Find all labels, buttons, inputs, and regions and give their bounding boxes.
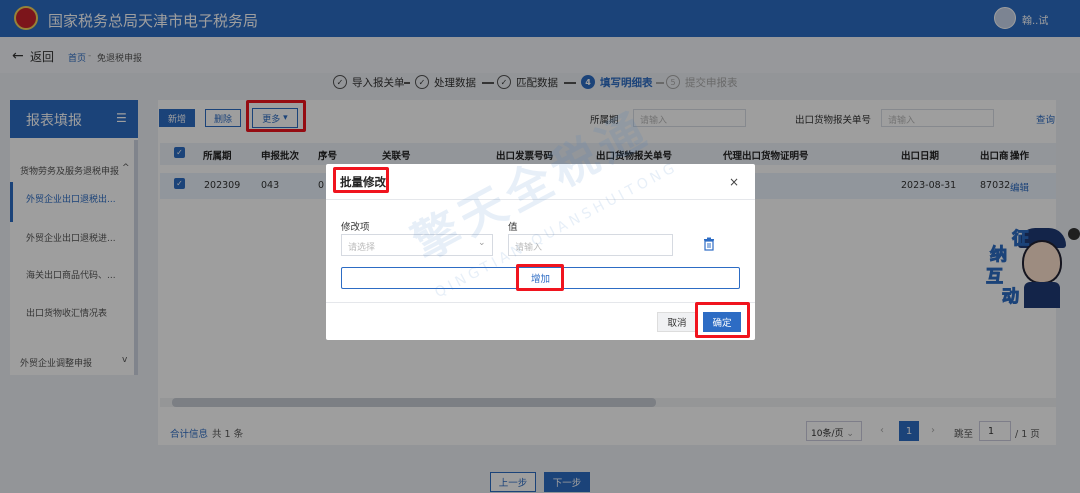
modal-divider	[326, 199, 755, 200]
trash-icon[interactable]	[703, 237, 715, 251]
field-label: 修改项	[341, 222, 370, 233]
modal-divider	[326, 302, 755, 303]
cancel-button[interactable]: 取消	[657, 312, 697, 332]
value-input[interactable]: 请输入	[508, 234, 673, 256]
close-icon[interactable]: ×	[729, 175, 739, 189]
chevron-down-icon[interactable]: ⌄	[478, 238, 486, 248]
highlight-title	[333, 167, 389, 193]
highlight-confirm	[695, 302, 750, 338]
field-select[interactable]: 请选择	[341, 234, 493, 256]
highlight-add	[516, 264, 564, 291]
value-label: 值	[508, 222, 518, 233]
